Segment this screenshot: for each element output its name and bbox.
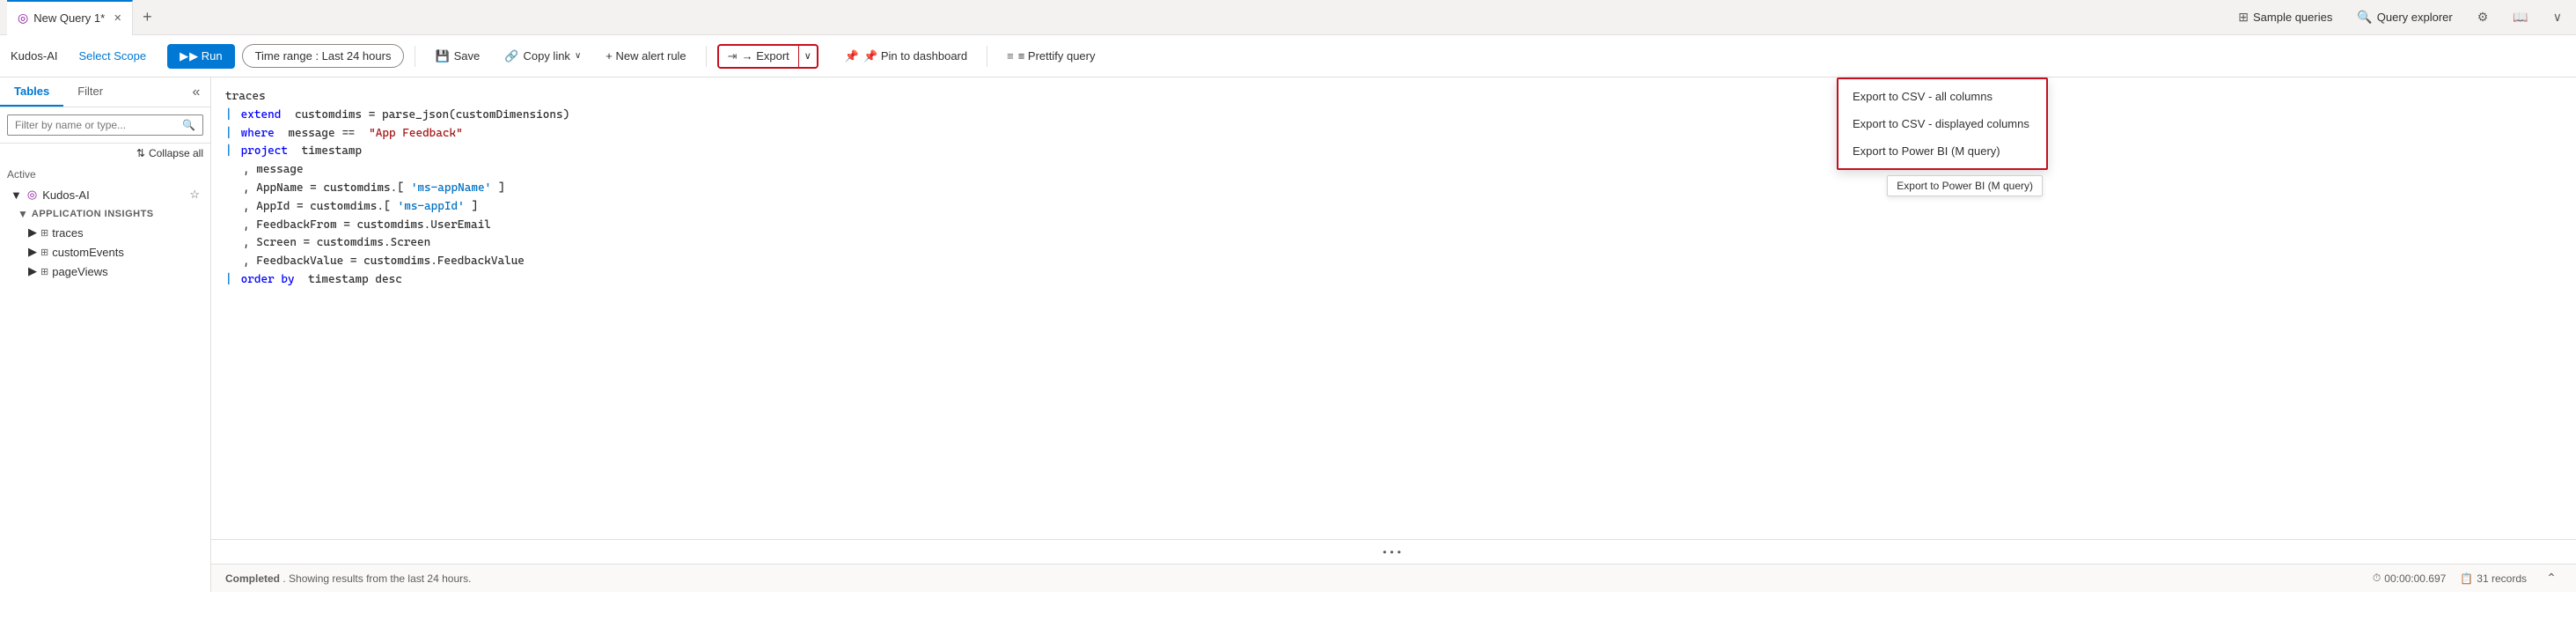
code-line-1: traces (225, 88, 2562, 107)
app-insights-header[interactable]: ▼ APPLICATION INSIGHTS (14, 205, 203, 223)
scroll-up-button[interactable]: ⌃ (2541, 568, 2562, 589)
code-line-5: , message (225, 161, 2562, 180)
page-views-expand-icon: ▶ (28, 264, 37, 278)
editor-footer[interactable]: ••• (211, 539, 2576, 564)
code-line-2: | extend customdims = parse_json(customD… (225, 107, 2562, 125)
export-button[interactable]: ⇥ → Export (719, 46, 799, 67)
table-page-views[interactable]: ▶ ⊞ pageViews (14, 262, 203, 281)
tab-new-query-1[interactable]: ◎ New Query 1* ✕ (7, 0, 133, 35)
time-range-button[interactable]: Time range : Last 24 hours (242, 44, 405, 68)
copy-link-chevron-icon: ∨ (575, 51, 581, 61)
export-chevron-icon: ∨ (804, 50, 811, 62)
export-dropdown-menu: Export to CSV - all columns Export to CS… (1837, 78, 2048, 170)
filter-search-icon: 🔍 (182, 119, 195, 131)
export-power-bi-button[interactable]: Export to Power BI (M query) (1838, 137, 2046, 165)
code-line-11: | order by timestamp desc (225, 271, 2562, 290)
table-icon-traces: ⊞ (40, 227, 48, 239)
export-csv-all-button[interactable]: Export to CSV - all columns (1838, 83, 2046, 110)
custom-events-expand-icon: ▶ (28, 245, 37, 259)
expand-icon: 📖 (2513, 10, 2528, 25)
pin-icon: 📌 (845, 49, 859, 63)
workspace-icon: ◎ (27, 188, 37, 202)
elapsed-time: ⏱ 00:00:00.697 (2373, 572, 2446, 585)
table-traces[interactable]: ▶ ⊞ traces (14, 223, 203, 242)
app-insights-expand-icon: ▼ (18, 208, 28, 220)
save-icon: 💾 (435, 49, 449, 63)
tab-label: New Query 1* (33, 11, 105, 25)
code-line-9: , Screen = customdims.Screen (225, 234, 2562, 253)
select-scope-button[interactable]: Select Scope (71, 46, 153, 66)
copy-link-button[interactable]: 🔗 Copy link ∨ (495, 45, 590, 68)
sidebar-tab-filter[interactable]: Filter (63, 78, 117, 107)
toolbar: Kudos-AI Select Scope ▶ ▶ Run Time range… (0, 35, 2576, 78)
filter-input-wrap: 🔍 (7, 114, 203, 136)
completed-word: Completed (225, 572, 280, 585)
workspace-expand-icon: ▼ (11, 188, 22, 202)
prettify-icon: ≡ (1007, 49, 1014, 63)
app-insights-section: ▼ APPLICATION INSIGHTS ▶ ⊞ traces ▶ ⊞ cu… (7, 205, 203, 281)
run-button[interactable]: ▶ ▶ Run (167, 44, 234, 69)
tab-close-icon[interactable]: ✕ (114, 12, 121, 24)
settings-icon: ⚙ (2477, 10, 2489, 25)
query-explorer-icon: 🔍 (2357, 10, 2372, 25)
main-content: Tables Filter « 🔍 ⇅ Collapse all Active … (0, 78, 2576, 592)
traces-expand-icon: ▶ (28, 225, 37, 240)
timer-icon: ⏱ (2373, 572, 2381, 585)
settings-button[interactable]: ⚙ (2470, 6, 2496, 28)
top-right-actions: ⊞ Sample queries 🔍 Query explorer ⚙ 📖 ∨ (2231, 6, 2569, 28)
expand-button[interactable]: 📖 (2506, 6, 2535, 28)
code-line-3: | where message == "App Feedback" (225, 125, 2562, 144)
export-dropdown-toggle[interactable]: ∨ (799, 46, 817, 67)
pin-to-dashboard-button[interactable]: 📌 📌 Pin to dashboard (836, 45, 976, 68)
chevron-up-double-icon: ⌃ (2546, 571, 2557, 586)
filter-input[interactable] (15, 119, 182, 131)
table-icon-page-views: ⊞ (40, 266, 48, 277)
workspace-name-label: Kudos-AI (42, 188, 89, 202)
sample-queries-icon: ⊞ (2238, 10, 2249, 25)
chevron-button[interactable]: ∨ (2546, 6, 2569, 28)
sample-queries-button[interactable]: ⊞ Sample queries (2231, 6, 2339, 28)
separator-2 (706, 46, 707, 67)
sidebar-filter-area: 🔍 (0, 107, 210, 144)
status-bar: Completed . Showing results from the las… (211, 564, 2576, 592)
tab-bar: ◎ New Query 1* ✕ + ⊞ Sample queries 🔍 Qu… (0, 0, 2576, 35)
editor-panel: traces | extend customdims = parse_json(… (211, 78, 2576, 592)
status-right: ⏱ 00:00:00.697 📋 31 records ⌃ (2373, 568, 2562, 589)
copy-link-icon: 🔗 (504, 49, 518, 63)
sidebar-collapse-button[interactable]: « (182, 78, 210, 107)
export-csv-displayed-button[interactable]: Export to CSV - displayed columns (1838, 110, 2046, 137)
sidebar: Tables Filter « 🔍 ⇅ Collapse all Active … (0, 78, 211, 592)
code-line-6: , AppName = customdims.[ 'ms-appName' ] (225, 180, 2562, 198)
sidebar-section: Active ▼ ◎ Kudos-AI ☆ ▼ APPLICATION INSI… (0, 163, 210, 286)
sidebar-tab-tables[interactable]: Tables (0, 78, 63, 107)
query-explorer-button[interactable]: 🔍 Query explorer (2350, 6, 2459, 28)
workspace-star-icon[interactable]: ☆ (189, 188, 200, 202)
tab-query-icon: ◎ (18, 11, 28, 26)
run-icon: ▶ (180, 49, 188, 63)
workspace-item[interactable]: ▼ ◎ Kudos-AI ☆ (7, 184, 203, 205)
new-alert-rule-button[interactable]: + New alert rule (597, 45, 694, 67)
code-line-7: , AppId = customdims.[ 'ms-appId' ] (225, 198, 2562, 217)
table-custom-events[interactable]: ▶ ⊞ customEvents (14, 242, 203, 262)
export-tooltip: Export to Power BI (M query) (1887, 175, 2043, 196)
sidebar-tab-bar: Tables Filter « (0, 78, 210, 107)
collapse-all-button[interactable]: ⇅ Collapse all (0, 144, 210, 163)
export-icon: ⇥ (728, 49, 738, 63)
records-count: 📋 31 records (2460, 572, 2527, 585)
records-icon: 📋 (2460, 572, 2473, 585)
collapse-all-icon: ⇅ (136, 147, 145, 159)
workspace-name: Kudos-AI (11, 49, 57, 63)
editor-area[interactable]: traces | extend customdims = parse_json(… (211, 78, 2576, 539)
tab-add-button[interactable]: + (133, 4, 161, 32)
code-line-4: | project timestamp (225, 143, 2562, 161)
save-button[interactable]: 💾 Save (426, 45, 488, 68)
prettify-query-button[interactable]: ≡ ≡ Prettify query (998, 45, 1104, 67)
active-label: Active (7, 168, 203, 181)
table-icon-custom-events: ⊞ (40, 247, 48, 258)
export-group: ⇥ → Export ∨ (717, 44, 818, 69)
code-line-10: , FeedbackValue = customdims.FeedbackVal… (225, 253, 2562, 271)
status-message: Completed . Showing results from the las… (225, 572, 471, 585)
code-line-8: , FeedbackFrom = customdims.UserEmail (225, 217, 2562, 235)
chevron-down-icon: ∨ (2553, 10, 2562, 25)
